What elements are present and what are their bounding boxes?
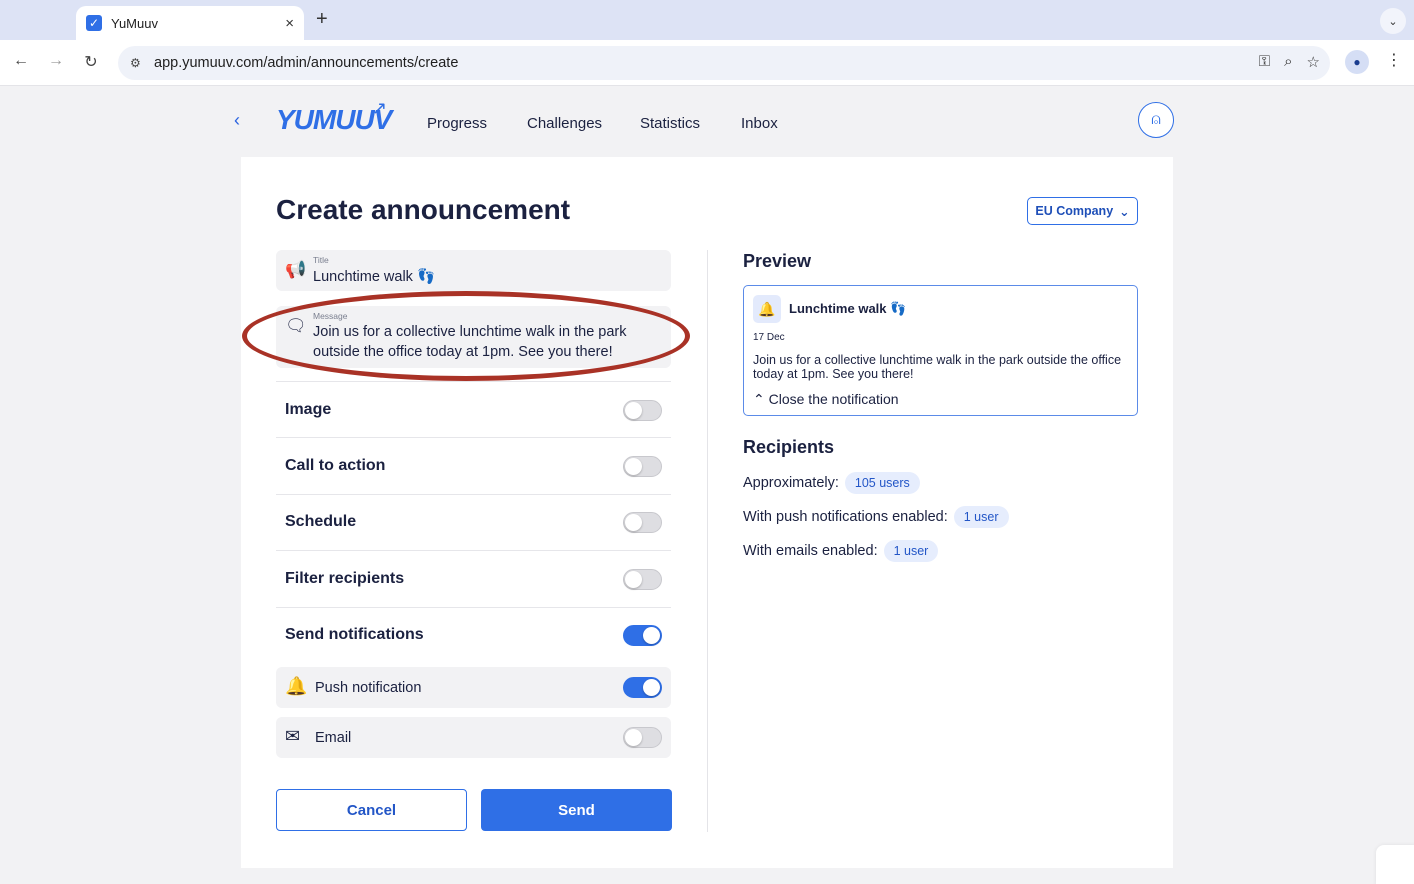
reload-icon[interactable]: ↻ [80, 52, 102, 72]
logo-arrow-icon: ↗ [372, 98, 388, 118]
approx-label: Approximately: [743, 475, 839, 491]
back-chevron-icon[interactable]: ‹ [234, 110, 240, 131]
toggle-row-call-to-action: Call to action [276, 438, 671, 495]
user-account-button[interactable]: ⍝ [1138, 102, 1174, 138]
tab-title: YuMuuv [111, 15, 158, 31]
recipients-approx-row: Approximately: 105 users [743, 472, 920, 494]
email-count-badge: 1 user [883, 540, 939, 562]
email-label: Email [315, 730, 352, 746]
notification-preview: 🔔 Lunchtime walk 👣 17 Dec Join us for a … [743, 285, 1138, 416]
cancel-button[interactable]: Cancel [276, 789, 467, 831]
preview-heading: Preview [743, 251, 812, 271]
email-toggle[interactable] [623, 727, 662, 748]
zoom-icon[interactable]: ⌕ [1284, 53, 1292, 71]
page-title: Create announcement [276, 194, 571, 225]
new-tab-icon[interactable]: + [316, 9, 328, 29]
nav-progress[interactable]: Progress [427, 115, 487, 132]
nav-statistics[interactable]: Statistics [640, 115, 700, 132]
site-info-icon[interactable]: ⚙ [130, 56, 146, 70]
toggle-label: Schedule [285, 513, 357, 530]
toggle-label: Filter recipients [285, 570, 405, 587]
company-label: EU Company [1035, 204, 1114, 218]
recipients-heading: Recipients [743, 437, 835, 457]
browser-tab[interactable]: ✓ YuMuuv × [76, 6, 304, 40]
key-icon[interactable]: ⚿ [1259, 53, 1270, 71]
forward-icon[interactable]: → [45, 52, 67, 70]
toggle-label: Send notifications [285, 626, 424, 643]
image-toggle[interactable] [623, 400, 662, 421]
preview-body: Join us for a collective lunchtime walk … [753, 353, 1122, 381]
browser-toolbar: ← → ↻ ⚙ app.yumuuv.com/admin/announcemen… [0, 40, 1414, 86]
close-notification-link[interactable]: ⌃ Close the notification [753, 391, 899, 408]
toggle-label: Image [285, 401, 332, 418]
menu-kebab-icon[interactable]: ⋮ [1386, 50, 1402, 70]
address-bar[interactable]: ⚙ app.yumuuv.com/admin/announcements/cre… [118, 46, 1330, 80]
email-row: ✉ Email [276, 717, 671, 758]
close-tab-icon[interactable]: × [285, 15, 294, 32]
url-text[interactable]: app.yumuuv.com/admin/announcements/creat… [154, 55, 458, 71]
nav-inbox[interactable]: Inbox [741, 115, 778, 132]
browser-tab-bar: ✓ YuMuuv × + ⌄ [0, 0, 1414, 40]
toggle-row-filter-recipients: Filter recipients [276, 551, 671, 608]
push-notification-toggle[interactable] [623, 677, 662, 698]
profile-icon[interactable]: ● [1345, 50, 1369, 74]
push-notification-row: 🔔 Push notification [276, 667, 671, 708]
megaphone-icon: 📢 [285, 260, 307, 279]
call-to-action-toggle[interactable] [623, 456, 662, 477]
send-button[interactable]: Send [481, 789, 672, 831]
close-notification-label: Close the notification [768, 391, 899, 407]
email-count-label: With emails enabled: [743, 543, 878, 559]
preview-title: Lunchtime walk 👣 [789, 301, 907, 316]
bookmark-star-icon[interactable]: ☆ [1307, 53, 1320, 71]
envelope-icon: ✉ [285, 726, 301, 746]
approx-count-badge: 105 users [844, 472, 920, 494]
recipients-email-row: With emails enabled: 1 user [743, 540, 939, 562]
push-count-badge: 1 user [953, 506, 1009, 528]
title-field-label: Title [313, 255, 329, 265]
bell-icon: 🔔 [753, 295, 781, 323]
schedule-toggle[interactable] [623, 512, 662, 533]
chevron-up-icon: ⌃ [753, 391, 765, 407]
favicon-icon: ✓ [86, 15, 102, 31]
toggle-row-send-notifications: Send notifications [276, 607, 671, 664]
recipients-push-row: With push notifications enabled: 1 user [743, 506, 1009, 528]
filter-recipients-toggle[interactable] [623, 569, 662, 590]
title-field[interactable]: 📢 Title Lunchtime walk 👣 [276, 250, 671, 291]
corner-widget [1376, 845, 1414, 884]
push-count-label: With push notifications enabled: [743, 509, 948, 525]
company-selector[interactable]: EU Company ⌄ [1027, 197, 1138, 225]
title-field-value[interactable]: Lunchtime walk 👣 [313, 267, 435, 287]
user-icon: ⍝ [1151, 111, 1161, 128]
bell-icon: 🔔 [285, 676, 308, 696]
back-icon[interactable]: ← [10, 52, 32, 70]
toggle-row-image: Image [276, 381, 671, 438]
column-divider [707, 250, 708, 832]
tab-search-icon[interactable]: ⌄ [1380, 8, 1406, 34]
send-notifications-toggle[interactable] [623, 625, 662, 646]
toggle-label: Call to action [285, 457, 386, 474]
highlight-annotation [242, 291, 690, 381]
toggle-row-schedule: Schedule [276, 494, 671, 551]
nav-challenges[interactable]: Challenges [527, 115, 602, 132]
chevron-down-icon: ⌄ [1119, 204, 1130, 219]
preview-date: 17 Dec [753, 332, 785, 343]
push-notification-label: Push notification [315, 680, 422, 696]
